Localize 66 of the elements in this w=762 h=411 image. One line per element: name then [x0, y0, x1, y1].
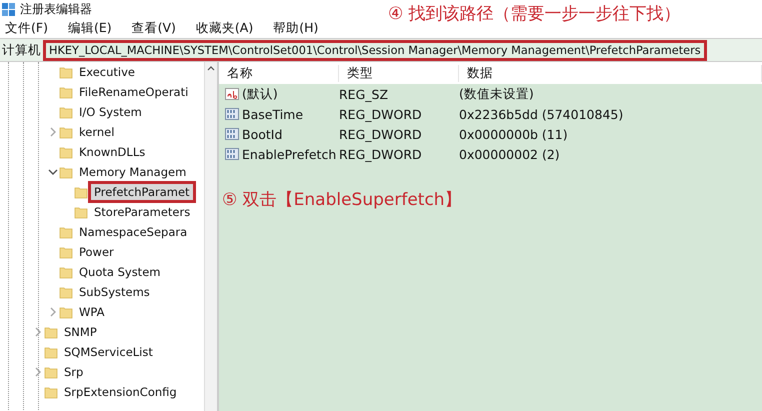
tree-item[interactable]: SNMP: [61, 324, 100, 340]
tree-item[interactable]: Memory Managem: [76, 164, 190, 180]
tree-item[interactable]: Executive: [76, 64, 138, 80]
tree-item[interactable]: WPA: [76, 304, 108, 320]
tree-item[interactable]: Quota System: [76, 264, 164, 280]
folder-icon: [59, 105, 73, 119]
folder-icon: [59, 265, 73, 279]
column-header[interactable]: 名称: [219, 64, 339, 82]
value-data: (数值未设置): [459, 86, 535, 102]
scrollbar[interactable]: [204, 62, 217, 411]
value-type: REG_DWORD: [339, 146, 423, 162]
value-type: REG_DWORD: [339, 126, 423, 142]
string-value-icon: [225, 88, 239, 100]
tree-item[interactable]: SrpExtensionConfig: [61, 384, 180, 400]
folder-icon: [59, 285, 73, 299]
value-type: REG_DWORD: [339, 106, 423, 122]
folder-icon: [59, 65, 73, 79]
tree-item[interactable]: Power: [76, 244, 117, 260]
tree-item[interactable]: PrefetchParamet: [91, 184, 193, 200]
tree-item[interactable]: Srp: [61, 364, 86, 380]
binary-value-icon: [225, 108, 239, 120]
menu-item[interactable]: 编辑(E): [66, 20, 114, 36]
scroll-up-icon[interactable]: [207, 66, 215, 71]
menu-item[interactable]: 帮助(H): [271, 20, 320, 36]
folder-icon: [59, 145, 73, 159]
binary-value-icon: [225, 148, 239, 160]
folder-icon: [59, 245, 73, 259]
folder-icon: [59, 165, 73, 179]
value-type: REG_SZ: [339, 86, 390, 102]
tree-item[interactable]: NamespaceSepara: [76, 224, 190, 240]
tree-item[interactable]: SQMServiceList: [61, 344, 156, 360]
tree-item[interactable]: kernel: [76, 124, 118, 140]
folder-icon: [44, 365, 58, 379]
value-data: 0x00000002 (2): [459, 146, 561, 162]
folder-icon: [44, 345, 58, 359]
folder-icon: [59, 85, 73, 99]
value-name[interactable]: BootId: [242, 126, 282, 142]
value-name[interactable]: BaseTime: [242, 106, 304, 122]
folder-icon: [59, 305, 73, 319]
column-header[interactable]: 类型: [339, 64, 459, 82]
folder-icon: [74, 185, 88, 199]
value-name[interactable]: (默认): [242, 86, 278, 102]
menu-item[interactable]: 收藏夹(A): [194, 20, 256, 36]
folder-icon: [74, 205, 88, 219]
annotation-text: ④ 找到该路径（需要一步一步往下找）: [388, 3, 681, 25]
tree-item[interactable]: FileRenameOperati: [76, 84, 192, 100]
address-field[interactable]: HKEY_LOCAL_MACHINE\SYSTEM\ControlSet001\Control\Session Manager\Memory Management\PrefetchParameters: [43, 40, 707, 60]
tree-item[interactable]: SubSystems: [76, 284, 153, 300]
value-data: 0x0000000b (11): [459, 126, 569, 142]
value-name[interactable]: EnablePrefetch: [242, 146, 336, 162]
folder-icon: [59, 125, 73, 139]
column-header[interactable]: 数据: [459, 64, 762, 82]
window-title: 注册表编辑器: [20, 0, 92, 18]
menu-item[interactable]: 查看(V): [130, 20, 178, 36]
folder-icon: [59, 225, 73, 239]
annotation-text: ⑤ 双击【EnableSuperfetch】: [222, 189, 462, 211]
value-data: 0x2236b5dd (574010845): [459, 106, 624, 122]
address-label: 计算机: [1, 42, 42, 58]
folder-icon: [44, 385, 58, 399]
tree-item[interactable]: I/O System: [76, 104, 145, 120]
tree-item[interactable]: KnownDLLs: [76, 144, 148, 160]
folder-icon: [44, 325, 58, 339]
binary-value-icon: [225, 128, 239, 140]
menu-item[interactable]: 文件(F): [3, 20, 50, 36]
app-icon: [2, 2, 15, 16]
tree-item[interactable]: StoreParameters: [91, 204, 194, 220]
